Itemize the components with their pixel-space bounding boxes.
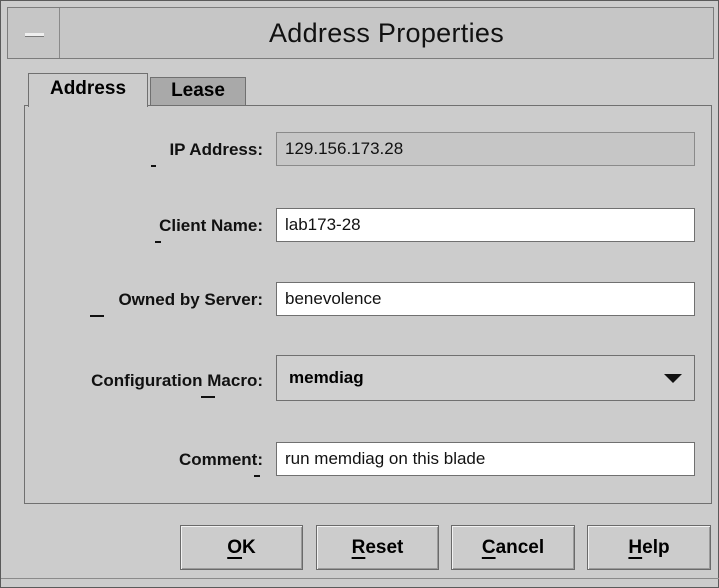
configuration-macro-label: Configuration Macro: <box>91 371 263 390</box>
owned-by-server-field[interactable]: benevolence <box>276 282 695 316</box>
reset-label-rest: eset <box>365 537 404 558</box>
window-menu-icon <box>25 33 44 37</box>
client-name-mnemonic <box>155 241 161 243</box>
help-button[interactable]: Help <box>587 525 711 570</box>
client-name-label: Client Name: <box>159 216 263 235</box>
configuration-macro-mnemonic <box>201 396 215 398</box>
window-bottom-edge <box>1 578 719 579</box>
comment-field[interactable]: run memdiag on this blade <box>276 442 695 476</box>
tab-address[interactable]: Address <box>28 73 148 107</box>
chevron-down-icon[interactable] <box>664 374 682 383</box>
ip-address-mnemonic <box>151 165 156 167</box>
comment-label: Comment: <box>178 450 263 469</box>
owned-by-server-mnemonic <box>90 315 104 317</box>
configuration-macro-select[interactable]: memdiag <box>276 355 695 401</box>
tab-lease[interactable]: Lease <box>150 77 246 106</box>
title-bar[interactable]: Address Properties <box>7 7 714 59</box>
cancel-mnemonic: C <box>481 537 496 558</box>
owned-by-server-label: Owned by Server: <box>118 290 263 309</box>
cancel-button[interactable]: Cancel <box>451 525 575 570</box>
comment-mnemonic <box>254 475 260 477</box>
ok-label-rest: K <box>242 537 256 558</box>
ip-address-field: 129.156.173.28 <box>276 132 695 166</box>
reset-button[interactable]: Reset <box>316 525 439 570</box>
help-mnemonic: H <box>628 537 643 558</box>
address-properties-window: Address Properties Address Lease IP Addr… <box>0 0 719 588</box>
window-title: Address Properties <box>268 18 504 48</box>
client-name-field[interactable]: lab173-28 <box>276 208 695 242</box>
ok-mnemonic: O <box>227 537 243 558</box>
cancel-label-rest: ancel <box>495 537 545 558</box>
ip-address-label: IP Address: <box>169 140 263 159</box>
help-label-rest: elp <box>642 537 670 558</box>
window-menu-button[interactable] <box>8 8 60 58</box>
ok-button[interactable]: OK <box>180 525 303 570</box>
reset-mnemonic: R <box>351 537 366 558</box>
configuration-macro-value: memdiag <box>289 368 364 387</box>
